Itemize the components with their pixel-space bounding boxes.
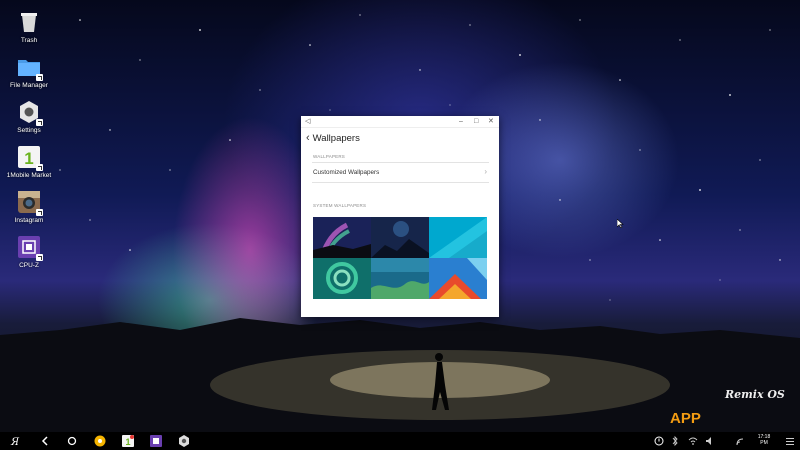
settings-gear-icon <box>17 100 43 126</box>
signal-icon[interactable] <box>736 435 746 447</box>
wallpaper-thumb-teal-abstract[interactable] <box>429 217 487 258</box>
divider <box>312 162 489 163</box>
section-label-system-wallpapers: SYSTEM WALLPAPERS <box>313 203 367 208</box>
remix-os-watermark: Remix OS <box>725 388 785 401</box>
desktop-icon-settings[interactable]: Settings <box>0 100 58 134</box>
chevron-right-icon: › <box>484 167 487 176</box>
app-header: ‹ Wallpapers <box>306 131 360 145</box>
system-wallpaper-grid <box>313 217 488 299</box>
start-menu-logo[interactable]: Я <box>8 435 22 447</box>
cpu-z-icon[interactable] <box>150 435 162 447</box>
wifi-icon[interactable] <box>688 435 698 447</box>
brand-watermark: APP <box>670 410 701 427</box>
clock-period: PM <box>760 440 768 446</box>
instagram-camera-icon <box>17 190 43 216</box>
1mobile-market-icon: 1 <box>17 145 43 171</box>
section-label-wallpapers: WALLPAPERS <box>313 154 346 159</box>
maximize-button[interactable]: □ <box>474 117 478 126</box>
desktop-icon-1mobile-market[interactable]: 1 1Mobile Market <box>0 145 58 179</box>
wallpaper-thumb-green-swirl[interactable] <box>313 258 371 299</box>
market-icon[interactable]: 1 <box>122 435 134 447</box>
bluetooth-icon[interactable] <box>671 435 679 447</box>
wallpaper-thumb-material-geometric[interactable] <box>429 258 487 299</box>
desktop-icon-label: File Manager <box>10 82 48 89</box>
svg-text:Я: Я <box>10 437 20 447</box>
desktop-icon-file-manager[interactable]: File Manager <box>0 55 58 89</box>
desktop-icon-label: 1Mobile Market <box>6 172 52 179</box>
desktop-icon-trash[interactable]: Trash <box>0 10 58 44</box>
wallpaper-thumb-aurora[interactable] <box>313 217 371 258</box>
wallpaper-thumb-coral-reef[interactable] <box>371 258 429 299</box>
app-circle-icon[interactable] <box>94 435 106 447</box>
desktop-icon-label: CPU-Z <box>19 262 39 269</box>
svg-text:1: 1 <box>125 437 130 447</box>
window-back-icon[interactable]: ◁ <box>305 117 310 126</box>
mouse-cursor-icon <box>617 219 624 228</box>
shortcut-arrow-icon <box>36 119 43 126</box>
desktop-icon-label: Settings <box>17 127 41 134</box>
notification-icon[interactable] <box>654 435 664 447</box>
desktop-icon-label: Trash <box>20 37 38 44</box>
wallpaper-thumb-mountain-night[interactable] <box>371 217 429 258</box>
svg-text:1: 1 <box>24 149 33 168</box>
close-button[interactable]: ✕ <box>488 117 494 126</box>
menu-icon[interactable] <box>786 435 794 447</box>
desktop-icon-cpu-z[interactable]: CPU-Z <box>0 235 58 269</box>
folder-icon <box>17 55 43 81</box>
customized-wallpapers-item[interactable]: Customized Wallpapers › <box>312 164 489 180</box>
settings-icon[interactable] <box>178 435 190 447</box>
cpu-z-chip-icon <box>17 235 43 261</box>
shortcut-arrow-icon <box>36 74 43 81</box>
clock[interactable]: 17:18 PM <box>754 434 774 446</box>
back-chevron-icon[interactable]: ‹ <box>306 131 310 145</box>
volume-icon[interactable] <box>705 435 715 447</box>
trash-icon <box>17 10 41 34</box>
desktop-icon-instagram[interactable]: Instagram <box>0 190 58 224</box>
customized-wallpapers-label: Customized Wallpapers <box>313 168 380 176</box>
shortcut-arrow-icon <box>36 209 43 216</box>
window-titlebar[interactable]: ◁ – □ ✕ <box>301 116 499 128</box>
back-icon[interactable] <box>39 435 51 447</box>
taskbar: Я 1 17:18 PM <box>0 432 800 450</box>
divider <box>312 182 489 183</box>
desktop-icon-label: Instagram <box>14 217 44 224</box>
home-icon[interactable] <box>66 435 78 447</box>
minimize-button[interactable]: – <box>459 117 463 126</box>
shortcut-arrow-icon <box>36 254 43 261</box>
page-title: Wallpapers <box>312 132 360 144</box>
shortcut-arrow-icon <box>36 164 43 171</box>
